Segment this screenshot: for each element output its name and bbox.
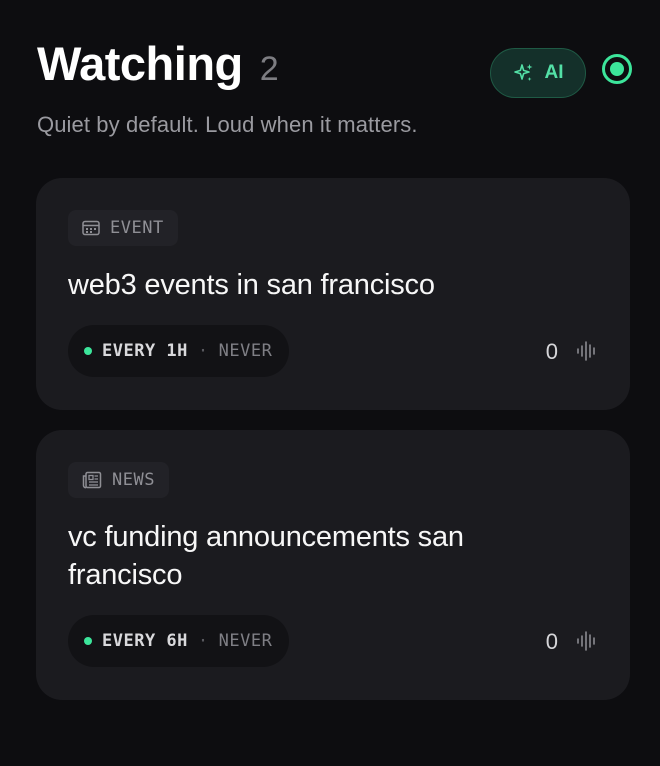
header: Watching 2 AI bbox=[37, 36, 632, 98]
separator: · bbox=[197, 341, 209, 361]
calendar-icon bbox=[82, 220, 100, 236]
watch-title: web3 events in san francisco bbox=[68, 269, 435, 301]
hit-count: 0 bbox=[545, 339, 558, 364]
type-label: EVENT bbox=[110, 218, 164, 238]
watching-screen: Watching 2 AI Quiet by default. Loud whe… bbox=[0, 0, 660, 766]
live-status-dot bbox=[610, 62, 624, 76]
active-status-dot bbox=[84, 347, 92, 355]
frequency-label: EVERY 1H bbox=[102, 341, 188, 361]
sound-wave-icon[interactable] bbox=[576, 340, 598, 362]
watch-count: 2 bbox=[259, 50, 279, 88]
newspaper-icon bbox=[82, 471, 102, 489]
watch-card[interactable]: NEWS vc funding announcements san franci… bbox=[36, 430, 630, 700]
page-subtitle: Quiet by default. Loud when it matters. bbox=[37, 112, 418, 137]
type-label: NEWS bbox=[112, 470, 155, 490]
sound-wave-icon[interactable] bbox=[576, 630, 598, 652]
schedule-pill[interactable]: EVERY 6H · NEVER bbox=[68, 615, 290, 667]
ai-button-label: AI bbox=[544, 62, 564, 83]
type-badge: NEWS bbox=[68, 462, 169, 498]
hit-count: 0 bbox=[545, 629, 558, 654]
last-run-label: NEVER bbox=[218, 341, 273, 361]
live-status-indicator[interactable] bbox=[602, 54, 632, 84]
sparkle-icon bbox=[513, 62, 535, 84]
page-title: Watching bbox=[37, 37, 243, 90]
watch-title: vc funding announcements san francisco bbox=[68, 521, 464, 591]
last-run-label: NEVER bbox=[218, 631, 273, 651]
separator: · bbox=[197, 631, 209, 651]
active-status-dot bbox=[84, 637, 92, 645]
schedule-pill[interactable]: EVERY 1H · NEVER bbox=[68, 325, 290, 377]
frequency-label: EVERY 6H bbox=[102, 631, 188, 651]
type-badge: EVENT bbox=[68, 210, 178, 246]
watch-card[interactable]: EVENT web3 events in san francisco EVERY… bbox=[36, 178, 630, 410]
ai-button[interactable]: AI bbox=[490, 48, 586, 98]
